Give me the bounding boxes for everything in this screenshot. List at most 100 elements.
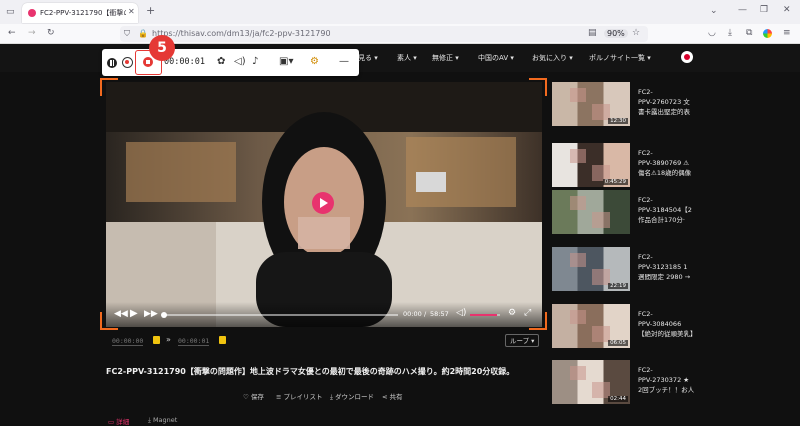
share-button[interactable]: ⋖ 共有	[382, 391, 403, 401]
related-title-line[interactable]: 【絶対的従順美乳】	[638, 330, 697, 339]
window-close-icon[interactable]: ✕	[783, 6, 791, 15]
url-text[interactable]: https://thisav.com/dm13/ja/fc2-ppv-31217…	[152, 29, 331, 38]
seek-bar[interactable]	[161, 312, 398, 318]
settings-gear-icon[interactable]: ⚙	[508, 309, 516, 318]
duration-badge: 22:19	[608, 283, 628, 289]
related-thumbnail[interactable]: 02:44	[552, 360, 630, 404]
play-icon	[320, 198, 328, 208]
related-title-line[interactable]: PPV-2760723 文	[638, 98, 690, 107]
related-title-line[interactable]: PPV-3184504【2	[638, 206, 692, 215]
related-title-line[interactable]: 作品合計170分·	[638, 216, 685, 225]
related-title-line[interactable]: FC2-	[638, 366, 653, 375]
download-icon[interactable]: ⤓	[728, 29, 732, 38]
related-title-line[interactable]: FC2-	[638, 196, 653, 205]
chevron-down-icon[interactable]: ⌄	[710, 7, 718, 16]
site-favicon-icon	[28, 9, 36, 17]
related-title-line[interactable]: 2回ブッチ！！お人	[638, 386, 694, 395]
back-icon[interactable]: ←	[8, 29, 16, 38]
reader-view-icon[interactable]: ▤	[588, 29, 597, 38]
maximize-icon[interactable]: ❐	[760, 6, 768, 15]
microphone-icon[interactable]: ♪	[252, 57, 258, 67]
duration-badge: 0:45:29	[602, 179, 628, 185]
time-separator: /	[424, 310, 427, 318]
nav-item-chinese-av[interactable]: 中国のAV ▾	[478, 53, 514, 63]
recording-timer: 00:00:01	[164, 57, 205, 67]
related-title-line[interactable]: PPV-3890769 ⚠	[638, 159, 689, 168]
blur-patch	[570, 366, 586, 380]
ab-end-field[interactable]: 00:00:01	[178, 337, 210, 346]
blur-patch	[570, 253, 586, 267]
nav-item-amateur[interactable]: 素人 ▾	[397, 53, 417, 63]
seek-handle[interactable]	[161, 312, 167, 318]
nav-item-uncensored[interactable]: 無修正 ▾	[432, 53, 459, 63]
details-icon: ▭	[108, 418, 117, 426]
forward-icon[interactable]: →	[28, 29, 36, 38]
language-flag-icon[interactable]	[681, 51, 693, 63]
related-thumbnail[interactable]	[552, 190, 630, 234]
webcam-icon[interactable]	[122, 57, 133, 68]
related-title-line[interactable]: FC2-	[638, 253, 653, 262]
draw-icon[interactable]: ✿	[217, 57, 225, 67]
address-bar[interactable]: ⛉ 🔒 https://thisav.com/dm13/ja/fc2-ppv-3…	[120, 26, 648, 42]
related-thumbnail[interactable]: 12:30	[552, 82, 630, 126]
ab-start-field[interactable]: 00:00:00	[112, 337, 144, 346]
new-tab-icon[interactable]: +	[146, 5, 155, 16]
save-button[interactable]: ♡ 保存	[243, 391, 264, 401]
pause-icon[interactable]	[107, 58, 117, 68]
related-title-line[interactable]: FC2-	[638, 88, 653, 97]
volume-slider[interactable]	[470, 314, 500, 316]
browser-tab-bar: ▭ FC2-PPV-3121790【衝撃の問題 ✕ + ⌄ — ❐ ✕	[0, 0, 800, 24]
pocket-icon[interactable]: ◡	[708, 29, 716, 38]
current-time: 00:00	[403, 310, 422, 318]
heart-icon: ♡	[243, 393, 251, 401]
browser-tab[interactable]: FC2-PPV-3121790【衝撃の問題 ✕	[22, 3, 138, 23]
nav-item-favorites[interactable]: お気に入り ▾	[532, 53, 573, 63]
related-thumbnail[interactable]: 06:05	[552, 304, 630, 348]
related-title-line[interactable]: FC2-	[638, 149, 653, 158]
menu-icon[interactable]: ≡	[783, 29, 791, 38]
reload-icon[interactable]: ↻	[47, 29, 55, 38]
related-title-line[interactable]: 書卡露出堅定的表	[638, 108, 690, 117]
download-button[interactable]: ⤓ ダウンロード	[330, 391, 374, 402]
playlist-button[interactable]: ≡ プレイリスト	[276, 391, 323, 401]
marker-b-icon[interactable]	[219, 336, 226, 344]
marker-a-icon[interactable]	[153, 336, 160, 344]
fast-forward-icon[interactable]: ▶▶	[144, 310, 158, 319]
blur-patch	[570, 88, 586, 102]
share-icon: ⋖	[382, 393, 390, 401]
related-title-line[interactable]: FC2-	[638, 310, 653, 319]
tab-details[interactable]: ▭ 詳細	[108, 416, 129, 426]
speaker-icon[interactable]: ◁)	[234, 57, 246, 67]
tab-list-icon[interactable]: ▭	[6, 8, 15, 17]
zoom-level[interactable]: 90%	[604, 29, 628, 38]
play-overlay-button[interactable]	[312, 192, 334, 214]
minimize-icon[interactable]: —	[738, 6, 747, 15]
account-icon[interactable]	[763, 29, 772, 38]
close-tab-icon[interactable]: ✕	[128, 8, 135, 16]
nav-item-porn-sites[interactable]: ポルノサイト一覧 ▾	[589, 53, 651, 63]
shield-icon[interactable]: ⛉	[124, 30, 130, 38]
settings-icon[interactable]: ⚙	[310, 57, 319, 67]
play-control-icon[interactable]: ▶	[130, 309, 138, 319]
video-player[interactable]: ◀◀ ▶ ▶▶ 00:00 / 58:57 ◁) ⚙ ⤢	[106, 82, 542, 327]
related-title-line[interactable]: PPV-3084066	[638, 320, 681, 329]
related-title-line[interactable]: PPV-3123185 1	[638, 263, 687, 272]
loop-select[interactable]: ループ ▾	[505, 334, 540, 347]
related-title-line[interactable]: 週間限定 2980 →	[638, 273, 690, 282]
related-title-line[interactable]: 傷名⚠18歳的偶像	[638, 169, 691, 178]
rewind-icon[interactable]: ◀◀	[114, 310, 128, 319]
related-title-line[interactable]: PPV-2730372 ★	[638, 376, 689, 385]
lock-icon[interactable]: 🔒	[138, 30, 148, 38]
extensions-icon[interactable]: ⧉	[746, 29, 752, 38]
volume-icon[interactable]: ◁)	[456, 309, 466, 318]
swap-arrows-icon[interactable]: »	[166, 336, 171, 344]
minimize-toolbar-icon[interactable]: —	[339, 57, 349, 67]
screen-select-icon[interactable]: ▣▾	[279, 57, 293, 67]
nav-item-watch[interactable]: 見る ▾	[358, 53, 378, 63]
related-thumbnail[interactable]: 0:45:29	[552, 143, 630, 187]
duration-badge: 02:44	[608, 396, 628, 402]
bookmark-star-icon[interactable]: ☆	[632, 29, 640, 38]
related-thumbnail[interactable]: 22:19	[552, 247, 630, 291]
playlist-icon: ≡	[276, 393, 284, 401]
fullscreen-icon[interactable]: ⤢	[524, 309, 531, 318]
